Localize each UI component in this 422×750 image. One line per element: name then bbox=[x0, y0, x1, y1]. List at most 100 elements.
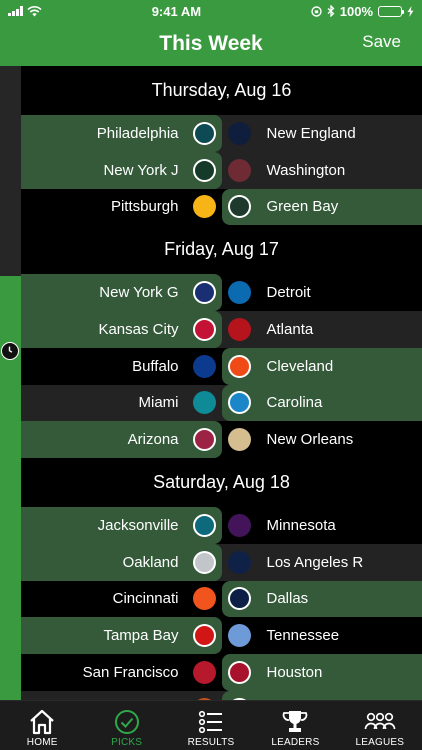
away-team-logo-icon bbox=[192, 513, 216, 537]
away-team-logo-icon bbox=[192, 660, 216, 684]
home-team-pick-button[interactable]: New Orleans bbox=[222, 421, 422, 458]
home-team-logo-icon bbox=[227, 354, 251, 378]
home-team-name: Cleveland bbox=[266, 357, 334, 375]
status-bar: 9:41 AM 100% bbox=[0, 0, 422, 22]
home-team-logo-icon bbox=[227, 624, 251, 648]
home-team-name: Carolina bbox=[266, 394, 323, 412]
away-team-pick-button[interactable]: Miami bbox=[21, 385, 222, 422]
status-left bbox=[8, 5, 42, 17]
away-team-name: Pittsburgh bbox=[110, 198, 179, 216]
home-team-pick-button[interactable]: Cleveland bbox=[221, 347, 422, 385]
tab-picks-label: PICKS bbox=[111, 737, 143, 748]
bluetooth-icon bbox=[327, 5, 335, 17]
rotation-lock-icon bbox=[311, 5, 322, 17]
home-team-name: Los Angeles R bbox=[266, 553, 364, 571]
games-list: Thursday, Aug 16 Philadelphia New England N… bbox=[21, 66, 422, 700]
home-team-logo-icon bbox=[227, 121, 251, 145]
home-team-name: Atlanta bbox=[266, 320, 314, 338]
game-row: Philadelphia New England bbox=[21, 115, 422, 152]
battery-percent: 100% bbox=[339, 3, 373, 19]
tab-home[interactable]: HOME bbox=[0, 701, 84, 750]
game-row: Pittsburgh Green Bay bbox=[21, 188, 422, 226]
game-row: Tampa Bay Tennessee bbox=[21, 617, 422, 654]
tab-leagues-label: LEAGUES bbox=[355, 737, 405, 748]
home-team-name: New England bbox=[266, 124, 356, 142]
home-team-pick-button[interactable]: Carolina bbox=[221, 384, 422, 422]
away-team-logo-icon bbox=[192, 195, 216, 219]
home-team-pick-button[interactable]: Atlanta bbox=[222, 311, 422, 348]
charging-bolt-icon bbox=[407, 5, 414, 17]
nav-bar: This Week Save bbox=[0, 22, 422, 66]
home-team-pick-button[interactable]: New England bbox=[222, 115, 422, 152]
home-team-pick-button[interactable]: Los Angeles R bbox=[222, 544, 422, 581]
home-team-name: Tennessee bbox=[266, 627, 340, 645]
away-team-pick-button[interactable]: Buffalo bbox=[21, 348, 222, 385]
home-team-pick-button[interactable]: Washington bbox=[222, 152, 422, 189]
home-team-logo-icon bbox=[227, 158, 251, 182]
away-team-name: Arizona bbox=[127, 431, 179, 449]
away-team-name: San Francisco bbox=[82, 663, 179, 681]
away-team-pick-button[interactable]: Oakland bbox=[21, 543, 222, 581]
side-rail-shade bbox=[0, 66, 21, 276]
away-team-pick-button[interactable]: San Francisco bbox=[21, 654, 222, 691]
away-team-pick-button[interactable]: Kansas City bbox=[21, 311, 222, 348]
home-team-logo-icon bbox=[227, 317, 251, 341]
away-team-logo-icon bbox=[192, 587, 216, 611]
day-header: Saturday, Aug 18 bbox=[21, 458, 422, 507]
home-team-name: Dallas bbox=[266, 590, 309, 608]
group-icon bbox=[364, 712, 396, 730]
game-row: Cincinnati Dallas bbox=[21, 580, 422, 618]
home-team-pick-button[interactable]: Tennessee bbox=[222, 617, 422, 654]
away-team-pick-button[interactable]: Pittsburgh bbox=[21, 189, 222, 226]
game-row bbox=[21, 690, 422, 700]
away-team-pick-button[interactable]: Jacksonville bbox=[21, 507, 222, 544]
away-team-pick-button[interactable]: Tampa Bay bbox=[21, 617, 222, 654]
game-row: Buffalo Cleveland bbox=[21, 347, 422, 385]
away-team-pick-button[interactable]: New York G bbox=[21, 274, 222, 311]
home-team-pick-button[interactable]: Detroit bbox=[222, 274, 422, 311]
home-team-name: Detroit bbox=[266, 284, 311, 302]
game-row: Oakland Los Angeles R bbox=[21, 543, 422, 581]
tab-leagues[interactable]: LEAGUES bbox=[338, 701, 422, 750]
home-team-pick-button[interactable]: Green Bay bbox=[221, 188, 422, 226]
tab-leaders-label: LEADERS bbox=[271, 737, 320, 748]
game-row: Miami Carolina bbox=[21, 384, 422, 422]
home-team-name: Minnesota bbox=[266, 516, 336, 534]
game-row: Arizona New Orleans bbox=[21, 421, 422, 458]
away-team-pick-button[interactable]: New York J bbox=[21, 151, 222, 189]
home-team-pick-button[interactable] bbox=[221, 690, 422, 700]
home-icon bbox=[30, 709, 54, 735]
day-header: Thursday, Aug 16 bbox=[21, 66, 422, 115]
away-team-pick-button[interactable] bbox=[21, 691, 222, 700]
home-team-name: Green Bay bbox=[266, 198, 339, 216]
away-team-logo-icon bbox=[192, 550, 216, 574]
home-team-pick-button[interactable]: Minnesota bbox=[222, 507, 422, 544]
home-team-logo-icon bbox=[227, 513, 251, 537]
tab-bar: HOME PICKS RESULTS LEADERS LEAGUES bbox=[0, 700, 422, 750]
home-team-logo-icon bbox=[227, 428, 251, 452]
clock-icon[interactable] bbox=[1, 342, 19, 360]
day-header: Friday, Aug 17 bbox=[21, 225, 422, 275]
home-team-pick-button[interactable]: Dallas bbox=[221, 580, 422, 618]
tab-home-label: HOME bbox=[26, 737, 58, 748]
game-row: Jacksonville Minnesota bbox=[21, 507, 422, 544]
tab-picks[interactable]: PICKS bbox=[84, 701, 168, 750]
check-circle-icon bbox=[114, 710, 139, 734]
away-team-pick-button[interactable]: Philadelphia bbox=[21, 115, 222, 152]
home-team-logo-icon bbox=[227, 391, 251, 415]
wifi-icon bbox=[27, 5, 42, 16]
away-team-logo-icon bbox=[192, 428, 216, 452]
home-team-name: New Orleans bbox=[266, 431, 354, 449]
away-team-name: New York J bbox=[103, 161, 179, 179]
away-team-logo-icon bbox=[192, 624, 216, 648]
game-row: New York J Washington bbox=[21, 151, 422, 189]
status-right: 100% bbox=[311, 4, 414, 19]
away-team-name: Jacksonville bbox=[97, 516, 179, 534]
tab-results[interactable]: RESULTS bbox=[169, 701, 253, 750]
away-team-pick-button[interactable]: Arizona bbox=[21, 421, 222, 458]
tab-leaders[interactable]: LEADERS bbox=[253, 701, 337, 750]
save-button[interactable]: Save bbox=[362, 32, 401, 52]
away-team-pick-button[interactable]: Cincinnati bbox=[21, 581, 222, 618]
game-row: San Francisco Houston bbox=[21, 654, 422, 691]
home-team-pick-button[interactable]: Houston bbox=[221, 654, 422, 691]
